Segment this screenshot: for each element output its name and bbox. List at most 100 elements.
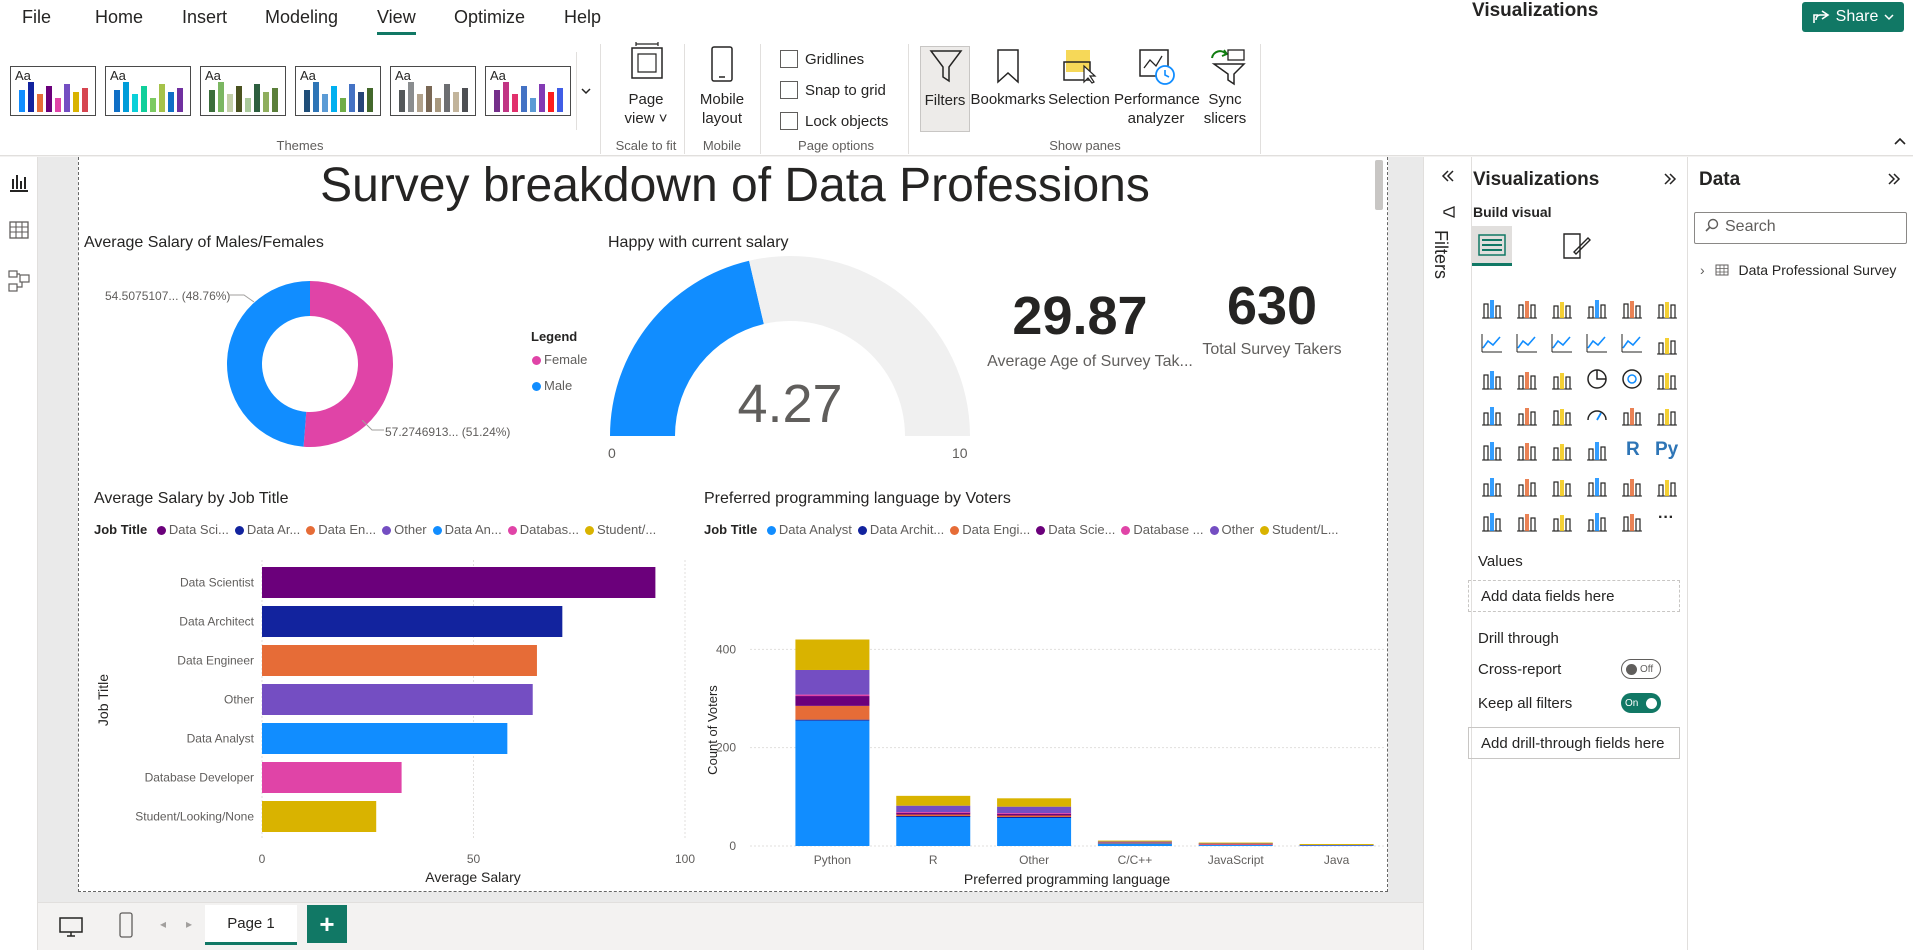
expand-filters-icon[interactable] (1440, 169, 1456, 183)
bar-legend-item[interactable]: Data An... (432, 522, 502, 537)
pie-chart-icon[interactable] (1585, 367, 1609, 391)
stacked-segment[interactable] (795, 669, 870, 695)
model-view-icon[interactable] (8, 269, 30, 293)
menu-help[interactable]: Help (564, 7, 601, 28)
kpi-icon[interactable] (1480, 438, 1504, 462)
bar-legend-item[interactable]: Other (382, 522, 427, 537)
data-table-item[interactable]: › Data Professional Survey (1700, 262, 1896, 278)
line-column-icon[interactable] (1585, 332, 1609, 356)
r-visual-icon[interactable]: R (1620, 438, 1644, 462)
stacked-segment[interactable] (997, 798, 1072, 807)
paginated-report-icon[interactable] (1655, 474, 1679, 498)
gridlines-checkbox[interactable] (780, 50, 798, 68)
stacked-segment[interactable] (896, 816, 971, 847)
table-view-icon[interactable] (8, 219, 30, 241)
stacked-bar-icon[interactable] (1480, 296, 1504, 320)
clustered-bar-icon[interactable] (1550, 296, 1574, 320)
power-apps-icon[interactable] (1480, 509, 1504, 533)
menu-view[interactable]: View (377, 7, 416, 35)
card-icon[interactable] (1620, 403, 1644, 427)
decomposition-tree-icon[interactable] (1515, 474, 1539, 498)
stacked-segment[interactable] (896, 814, 971, 817)
drill-through-well[interactable]: Add drill-through fields here (1468, 727, 1680, 759)
stacked-segment[interactable] (1198, 842, 1273, 844)
page-tab-page-1[interactable]: Page 1 (205, 905, 297, 945)
selection-pane-button[interactable]: Selection (1046, 46, 1112, 132)
build-visual-tab[interactable] (1472, 226, 1512, 266)
stacked-segment[interactable] (896, 816, 971, 818)
keep-all-filters-toggle[interactable]: On (1621, 693, 1661, 713)
legend-item-male[interactable]: Male (532, 378, 572, 393)
ribbon-chart-icon[interactable] (1655, 332, 1679, 356)
bookmarks-pane-button[interactable]: Bookmarks (970, 46, 1046, 132)
theme-thumbnail[interactable]: Aa (10, 66, 96, 116)
azure-map-icon[interactable] (1550, 403, 1574, 427)
stacked-segment[interactable] (997, 817, 1072, 846)
stacked-segment[interactable] (795, 720, 870, 846)
stacked-segment[interactable] (795, 694, 870, 697)
stacked-segment[interactable] (1097, 841, 1172, 843)
stacked-legend-item[interactable]: Data Engi... (950, 522, 1030, 537)
filters-pane-label[interactable]: Filters (1430, 230, 1451, 279)
goals-icon[interactable] (1620, 474, 1644, 498)
cross-report-toggle[interactable]: Off (1621, 659, 1661, 679)
data-search-input[interactable]: Search (1694, 212, 1907, 244)
theme-thumbnail[interactable]: Aa (295, 66, 381, 116)
stacked-legend-item[interactable]: Other (1209, 522, 1254, 537)
theme-thumbnail[interactable]: Aa (485, 66, 571, 116)
clustered-column-icon[interactable] (1585, 296, 1609, 320)
key-influencers-icon[interactable] (1480, 474, 1504, 498)
stacked-legend-item[interactable]: Database ... (1121, 522, 1204, 537)
add-page-button[interactable]: + (307, 905, 347, 943)
lock-objects-checkbox[interactable] (780, 112, 798, 130)
bar-legend-item[interactable]: Data En... (306, 522, 376, 537)
stacked-segment[interactable] (795, 705, 870, 720)
100-column-icon[interactable] (1655, 296, 1679, 320)
funnel-icon[interactable] (1515, 367, 1539, 391)
stacked-legend-item[interactable]: Student/L... (1260, 522, 1339, 537)
format-visual-tab[interactable] (1556, 226, 1596, 266)
next-page-icon[interactable]: ▸ (186, 917, 192, 931)
desktop-layout-icon[interactable] (58, 915, 84, 939)
slicer-icon[interactable] (1515, 438, 1539, 462)
stacked-segment[interactable] (1097, 840, 1172, 842)
stacked-segment[interactable] (896, 812, 971, 814)
bar-legend-item[interactable]: Data Sci... (156, 522, 229, 537)
theme-thumbnail[interactable]: Aa (200, 66, 286, 116)
bar-legend-item[interactable]: Data Ar... (234, 522, 300, 537)
bar-chart[interactable]: 0 50 100 Data Scientist Data Architect Data E… (90, 550, 700, 890)
stacked-segment[interactable] (997, 806, 1072, 814)
scatter-icon[interactable] (1550, 367, 1574, 391)
menu-insert[interactable]: Insert (182, 7, 227, 28)
stacked-segment[interactable] (896, 795, 971, 806)
chevron-visual-icon[interactable] (1620, 509, 1644, 533)
mobile-layout-icon[interactable] (118, 912, 134, 938)
stacked-column-icon[interactable] (1515, 296, 1539, 320)
stacked-legend-item[interactable]: Data Analyst (766, 522, 852, 537)
stacked-legend-item[interactable]: Data Scie... (1036, 522, 1115, 537)
area-chart-icon[interactable] (1515, 332, 1539, 356)
table-icon[interactable] (1550, 438, 1574, 462)
filled-map-icon[interactable] (1515, 403, 1539, 427)
narrative-icon[interactable] (1585, 474, 1609, 498)
bar-data-architect[interactable] (262, 606, 563, 637)
treemap-icon[interactable] (1655, 367, 1679, 391)
collapse-ribbon-icon[interactable] (1893, 136, 1907, 146)
stacked-segment[interactable] (997, 813, 1072, 815)
line-chart-icon[interactable] (1480, 332, 1504, 356)
menu-modeling[interactable]: Modeling (265, 7, 338, 28)
stacked-segment[interactable] (1097, 842, 1172, 844)
collapse-visualizations-icon[interactable] (1662, 172, 1678, 186)
stacked-area-icon[interactable] (1550, 332, 1574, 356)
mobile-layout-button[interactable]: Mobile layout (692, 42, 752, 132)
waterfall-icon[interactable] (1480, 367, 1504, 391)
python-visual-icon[interactable]: Py (1655, 438, 1679, 462)
bar-legend-item[interactable]: Student/... (584, 522, 656, 537)
bar-database-developer[interactable] (262, 762, 402, 793)
menu-file[interactable]: File (22, 7, 51, 28)
stacked-segment[interactable] (997, 816, 1072, 818)
bar-data-scientist[interactable] (262, 567, 656, 598)
performance-analyzer-button[interactable]: Performance analyzer (1114, 46, 1200, 132)
collapse-data-icon[interactable] (1886, 172, 1902, 186)
bar-legend-item[interactable]: Databas... (507, 522, 579, 537)
